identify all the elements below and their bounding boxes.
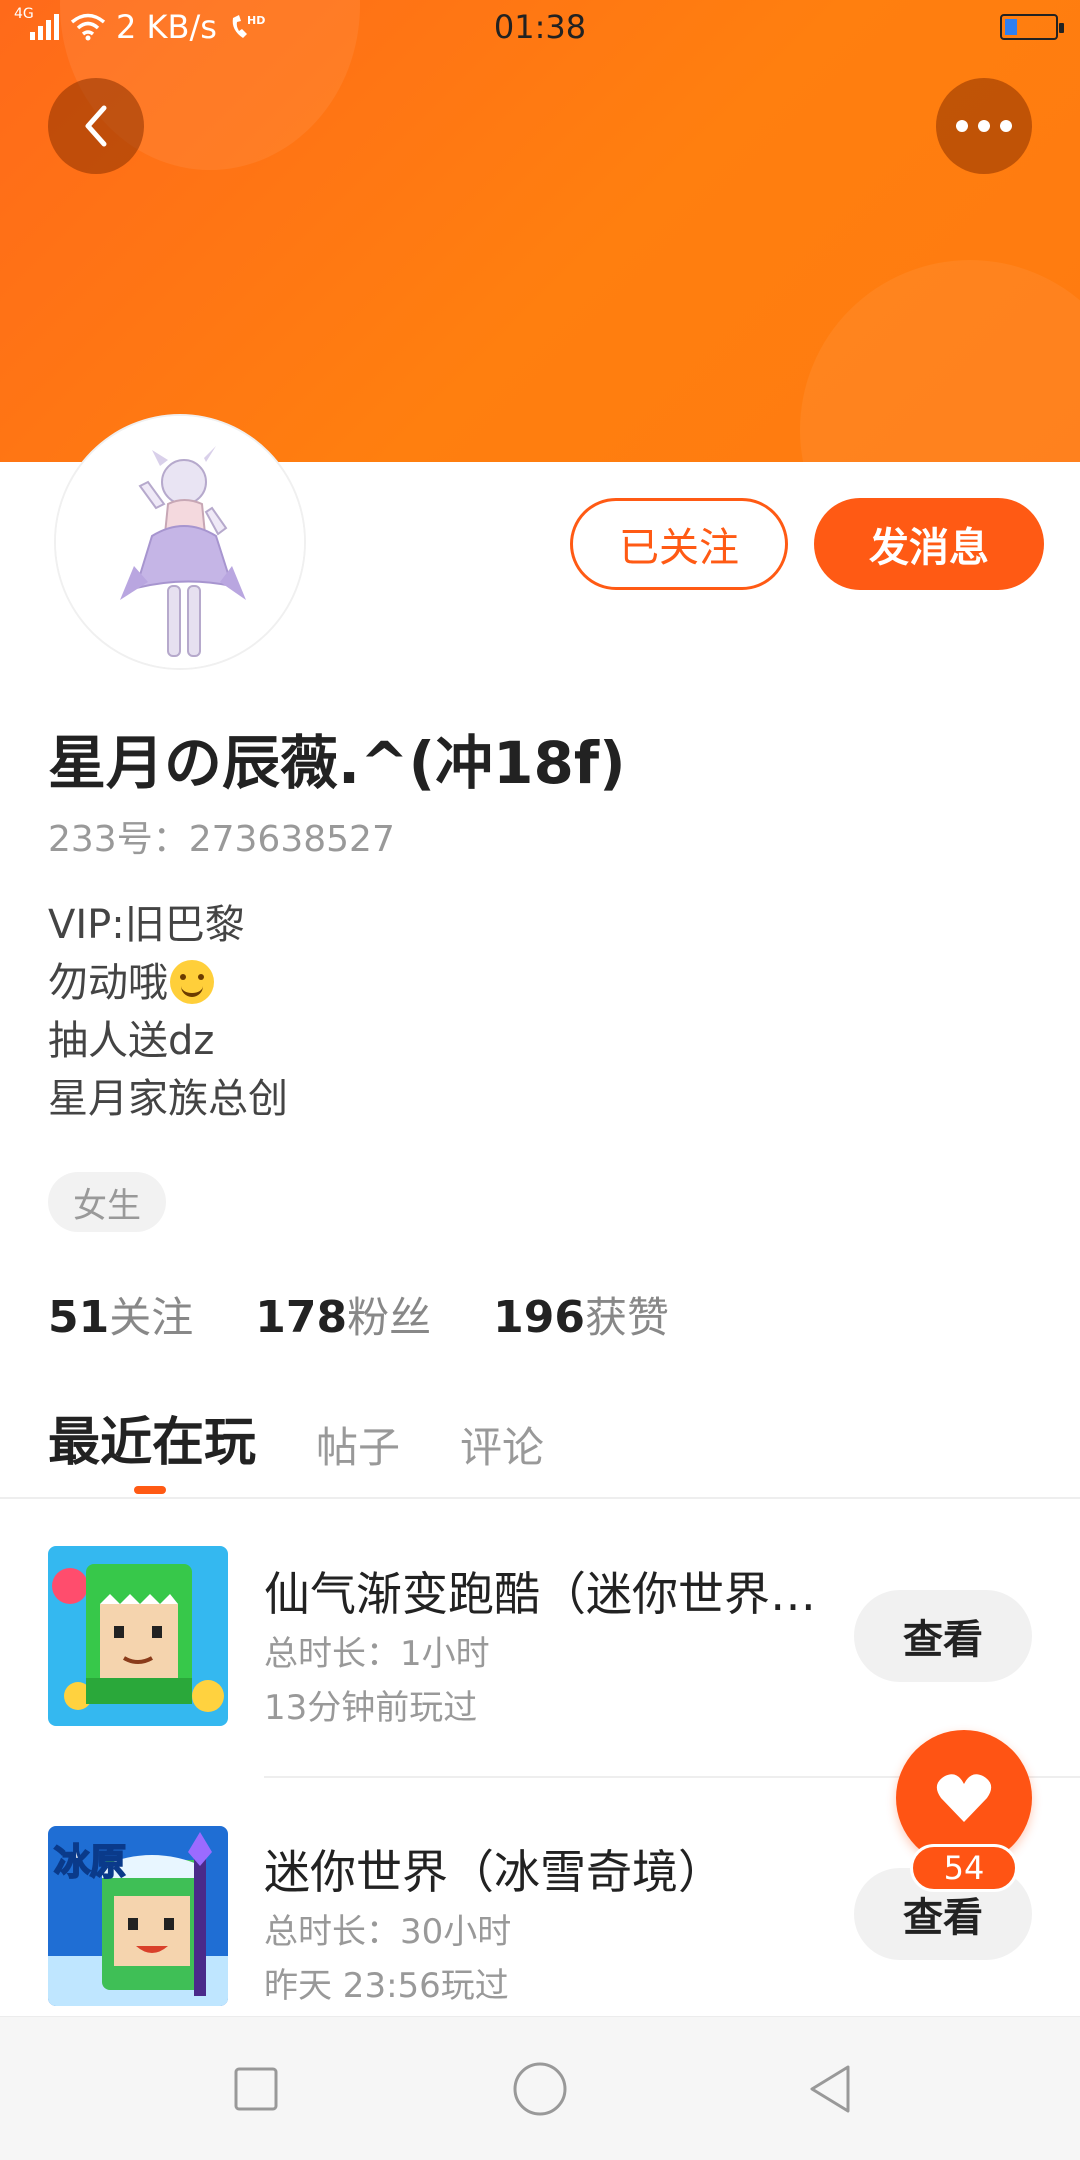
battery-icon [1000,14,1064,40]
bio-line: 星月家族总创 [48,1076,288,1122]
game-title: 仙气渐变跑酷（迷你世界… [264,1567,816,1621]
view-game-button[interactable]: 查看 [854,1590,1032,1682]
bio-line-text: 勿动哦 [48,960,168,1006]
mini-world-ice-game-icon: 冰原 [48,1826,228,2006]
circle-icon [513,2062,567,2116]
game-duration: 总时长：1小时 [264,1634,490,1674]
bio-line-with-emoji: 勿动哦 [48,954,288,1012]
profile-header-banner [0,0,1080,462]
profile-stats: 51关注 178粉丝 196获赞 [48,1284,669,1345]
active-tab-indicator [134,1486,166,1494]
game-last-played: 昨天 23:56玩过 [264,1966,509,2006]
status-bar: 4G 2 KB/s HD 01:38 [0,0,1080,56]
tab-recently-played[interactable]: 最近在玩 [48,1400,256,1475]
stat-value: 178 [255,1292,348,1343]
stat-following[interactable]: 51关注 [48,1284,193,1345]
tab-posts[interactable]: 帖子 [316,1414,400,1475]
profile-tabs: 最近在玩 帖子 评论 [48,1400,544,1475]
tab-divider [0,1497,1080,1499]
bio-line: VIP:旧巴黎 [48,902,245,948]
game-duration: 总时长：30小时 [264,1912,512,1952]
game-list-item[interactable]: 仙气渐变跑酷（迷你世界… 总时长：1小时 13分钟前玩过 查看 [0,1540,1080,1740]
more-options-button[interactable] [936,78,1032,174]
back-button[interactable] [48,78,144,174]
stat-value: 196 [493,1292,585,1343]
header-decoration [800,260,1080,462]
mini-world-game-icon [48,1546,228,1726]
more-dots-icon [956,120,1012,132]
send-message-button[interactable]: 发消息 [814,498,1044,590]
game-icon-label: 冰原 [54,1842,126,1883]
stat-label: 粉丝 [347,1293,432,1342]
followed-button[interactable]: 已关注 [570,498,788,590]
like-count-badge: 54 [910,1844,1018,1892]
tab-comments[interactable]: 评论 [460,1414,544,1475]
chevron-left-icon [85,105,107,147]
square-icon [234,2067,278,2111]
user-id: 233号：273638527 [48,819,395,860]
clock: 01:38 [493,8,587,46]
profile-bio: VIP:旧巴黎 勿动哦 抽人送dz 星月家族总创 [48,896,288,1128]
bio-line: 抽人送dz [48,1018,215,1064]
avatar[interactable] [54,414,306,670]
back-nav-button[interactable] [794,2053,866,2125]
system-nav-bar [0,2016,1080,2160]
gender-tag: 女生 [48,1172,166,1232]
stat-fans[interactable]: 178粉丝 [255,1284,431,1345]
recent-apps-button[interactable] [220,2053,292,2125]
profile-nickname: 星月の辰薇.^(冲18f) [48,729,626,797]
game-last-played: 13分钟前玩过 [264,1688,478,1728]
triangle-back-icon [810,2065,850,2113]
stat-label: 获赞 [584,1293,669,1342]
home-button[interactable] [504,2053,576,2125]
avatar-character-image [56,416,304,668]
game-icon [48,1546,228,1726]
stat-label: 关注 [109,1293,194,1342]
game-icon: 冰原 [48,1826,228,2006]
game-title: 迷你世界（冰雪奇境） [264,1845,724,1899]
smile-emoji-icon [170,960,214,1004]
stat-value: 51 [48,1292,110,1343]
stat-likes[interactable]: 196获赞 [493,1284,669,1345]
heart-icon [936,1774,992,1822]
